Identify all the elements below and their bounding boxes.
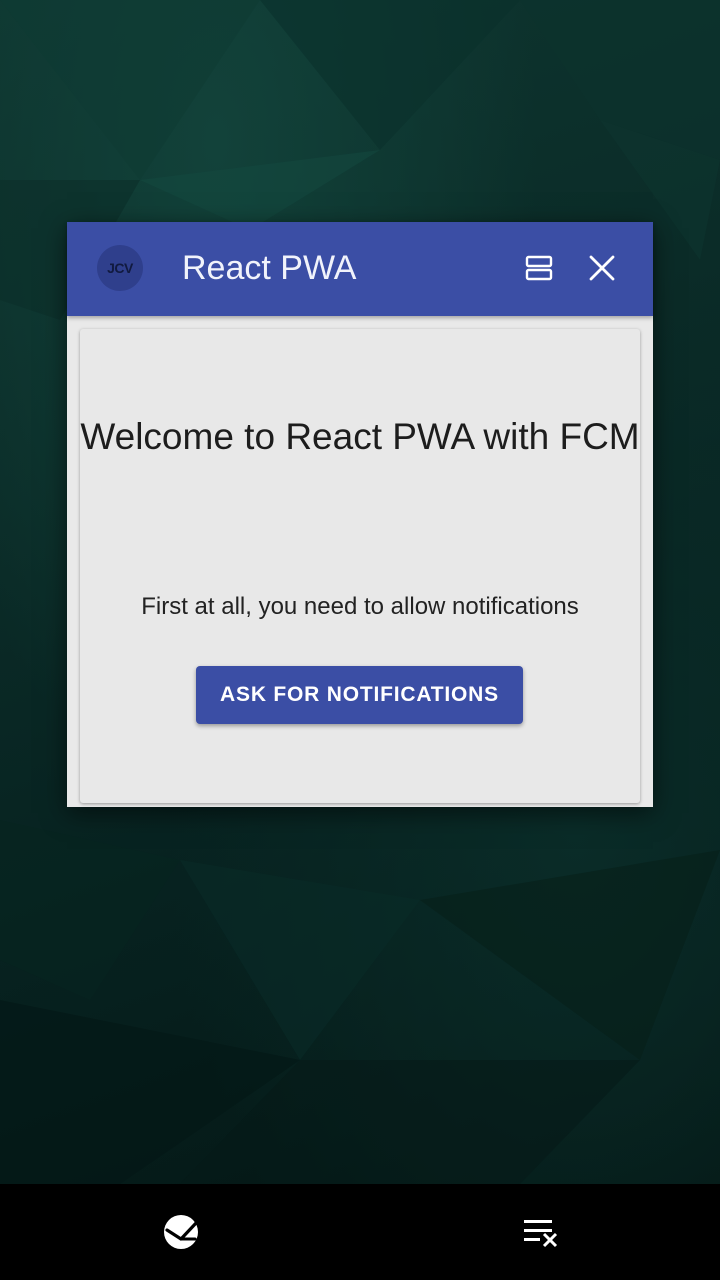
split-screen-button[interactable] xyxy=(517,246,561,290)
split-screen-icon xyxy=(525,255,553,281)
close-app-button[interactable] xyxy=(580,246,624,290)
intro-text: First at all, you need to allow notifica… xyxy=(141,593,579,620)
welcome-title: Welcome to React PWA with FCM xyxy=(80,416,640,457)
recent-app-header[interactable]: JCV React PWA xyxy=(67,222,653,316)
close-icon xyxy=(589,255,615,281)
recent-app-card[interactable]: JCV React PWA Welcome to React PWA with … xyxy=(67,222,653,807)
app-icon: JCV xyxy=(97,245,143,291)
app-title: React PWA xyxy=(182,249,357,287)
app-icon-text: JCV xyxy=(107,260,133,276)
ask-for-notifications-button[interactable]: ASK FOR NOTIFICATIONS xyxy=(196,666,523,724)
clear-all-button[interactable] xyxy=(517,1208,565,1256)
navigation-bar xyxy=(0,1184,720,1280)
content-card: Welcome to React PWA with FCM First at a… xyxy=(80,329,640,803)
clear-all-icon xyxy=(524,1220,558,1248)
smart-manager-button[interactable] xyxy=(157,1208,205,1256)
smart-manager-icon xyxy=(164,1215,199,1249)
